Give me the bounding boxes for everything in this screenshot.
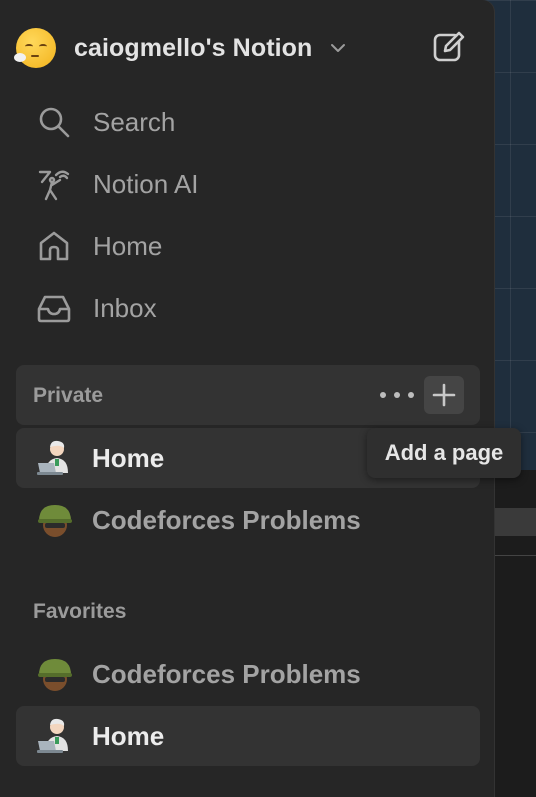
background-strip: [490, 508, 536, 536]
page-label: Codeforces Problems: [92, 504, 361, 535]
nav-label: Search: [93, 106, 176, 137]
add-page-tooltip: Add a page: [367, 428, 521, 478]
nav-label: Notion AI: [93, 168, 199, 199]
inbox-icon: [36, 290, 72, 326]
nav-label: Inbox: [93, 292, 157, 323]
technologist-emoji-icon: [36, 439, 74, 477]
private-section-header[interactable]: Private: [16, 365, 480, 425]
notion-ai-icon: [36, 166, 72, 202]
new-page-edit-icon[interactable]: [432, 30, 466, 64]
page-label: Home: [92, 442, 165, 473]
soldier-helmet-emoji-icon: [36, 655, 74, 693]
page-label: Codeforces Problems: [92, 658, 361, 689]
search-icon: [36, 104, 72, 140]
nav-search[interactable]: Search: [16, 94, 478, 150]
soldier-helmet-emoji-icon: [36, 501, 74, 539]
nav-inbox[interactable]: Inbox: [16, 280, 478, 336]
technologist-emoji-icon: [36, 717, 74, 755]
sidebar: caiogmello's Notion Search Notion AI Hom…: [0, 0, 494, 797]
background-divider: [490, 555, 536, 556]
nav-notion-ai[interactable]: Notion AI: [16, 156, 478, 212]
page-item-codeforces[interactable]: Codeforces Problems: [16, 490, 480, 550]
workspace-switcher[interactable]: caiogmello's Notion: [14, 20, 478, 76]
more-options-icon[interactable]: [380, 385, 414, 405]
section-label: Private: [33, 384, 104, 407]
nav-label: Home: [93, 230, 163, 261]
favorite-item-codeforces[interactable]: Codeforces Problems: [16, 644, 480, 704]
add-page-button[interactable]: [424, 376, 464, 414]
favorite-item-home[interactable]: Home: [16, 706, 480, 766]
workspace-name: caiogmello's Notion: [74, 33, 313, 62]
plus-icon: [432, 383, 456, 407]
nav-home[interactable]: Home: [16, 218, 478, 274]
page-label: Home: [92, 720, 165, 751]
section-label: Favorites: [33, 600, 127, 623]
chevron-down-icon: [331, 44, 346, 52]
home-icon: [36, 228, 72, 264]
workspace-emoji-icon: [14, 28, 56, 68]
